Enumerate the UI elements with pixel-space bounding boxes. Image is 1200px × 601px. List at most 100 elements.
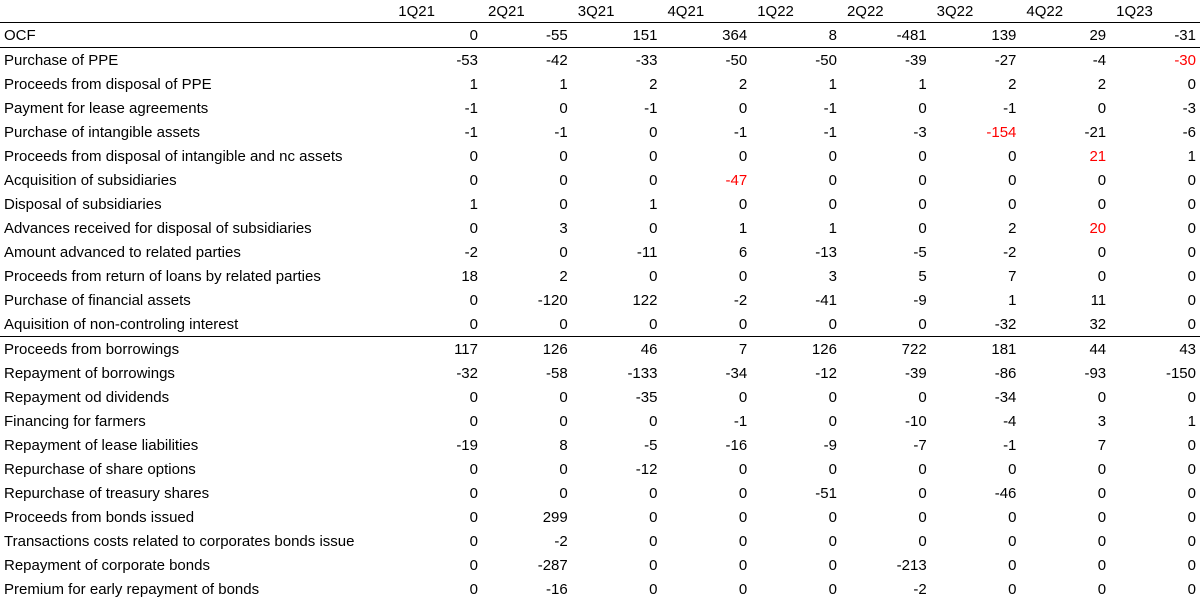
value-cell[interactable]: -13 [751, 240, 841, 264]
value-cell[interactable]: 0 [841, 505, 931, 529]
value-cell[interactable]: 0 [392, 553, 482, 577]
value-cell[interactable]: 0 [751, 457, 841, 481]
value-cell[interactable]: -86 [931, 361, 1021, 385]
value-cell[interactable]: -34 [661, 361, 751, 385]
value-cell[interactable]: -3 [1110, 96, 1200, 120]
row-label-cell[interactable]: Amount advanced to related parties [0, 240, 392, 264]
value-cell[interactable]: 20 [1020, 216, 1110, 240]
value-cell[interactable]: 0 [1020, 481, 1110, 505]
value-cell[interactable]: 0 [482, 168, 572, 192]
header-corner-cell[interactable] [0, 0, 392, 23]
value-cell[interactable]: -27 [931, 48, 1021, 73]
value-cell[interactable]: -1 [661, 409, 751, 433]
row-label-cell[interactable]: OCF [0, 23, 392, 48]
row-label-cell[interactable]: Repayment of borrowings [0, 361, 392, 385]
value-cell[interactable]: 139 [931, 23, 1021, 48]
value-cell[interactable]: 0 [1020, 96, 1110, 120]
value-cell[interactable]: 0 [482, 192, 572, 216]
value-cell[interactable]: 1 [482, 72, 572, 96]
value-cell[interactable]: 2 [482, 264, 572, 288]
value-cell[interactable]: 181 [931, 337, 1021, 362]
column-header[interactable]: 2Q21 [482, 0, 572, 23]
value-cell[interactable]: 0 [482, 240, 572, 264]
value-cell[interactable]: 1 [392, 192, 482, 216]
value-cell[interactable]: -50 [751, 48, 841, 73]
value-cell[interactable]: 0 [661, 192, 751, 216]
value-cell[interactable]: 1 [751, 72, 841, 96]
value-cell[interactable]: -120 [482, 288, 572, 312]
value-cell[interactable]: 0 [392, 481, 482, 505]
value-cell[interactable]: 0 [392, 409, 482, 433]
value-cell[interactable]: -53 [392, 48, 482, 73]
value-cell[interactable]: 0 [392, 216, 482, 240]
value-cell[interactable]: 3 [1020, 409, 1110, 433]
value-cell[interactable]: 0 [751, 529, 841, 553]
row-label-cell[interactable]: Proceeds from return of loans by related… [0, 264, 392, 288]
value-cell[interactable]: 0 [392, 529, 482, 553]
value-cell[interactable]: 0 [661, 505, 751, 529]
value-cell[interactable]: 0 [482, 144, 572, 168]
value-cell[interactable]: 0 [572, 312, 662, 337]
value-cell[interactable]: 0 [1020, 240, 1110, 264]
value-cell[interactable]: 0 [661, 529, 751, 553]
value-cell[interactable]: 0 [1110, 553, 1200, 577]
value-cell[interactable]: -39 [841, 361, 931, 385]
value-cell[interactable]: 0 [392, 23, 482, 48]
value-cell[interactable]: 0 [392, 385, 482, 409]
value-cell[interactable]: -10 [841, 409, 931, 433]
value-cell[interactable]: 0 [1110, 288, 1200, 312]
value-cell[interactable]: 0 [751, 577, 841, 601]
value-cell[interactable]: -3 [841, 120, 931, 144]
row-label-cell[interactable]: Premium for early repayment of bonds [0, 577, 392, 601]
value-cell[interactable]: 43 [1110, 337, 1200, 362]
value-cell[interactable]: 0 [661, 577, 751, 601]
value-cell[interactable]: 7 [931, 264, 1021, 288]
value-cell[interactable]: 0 [392, 457, 482, 481]
column-header[interactable]: 3Q21 [572, 0, 662, 23]
value-cell[interactable]: -34 [931, 385, 1021, 409]
value-cell[interactable]: 0 [1110, 577, 1200, 601]
value-cell[interactable]: 8 [482, 433, 572, 457]
value-cell[interactable]: 122 [572, 288, 662, 312]
value-cell[interactable]: 0 [392, 144, 482, 168]
value-cell[interactable]: 0 [931, 529, 1021, 553]
value-cell[interactable]: 0 [1020, 168, 1110, 192]
value-cell[interactable]: 5 [841, 264, 931, 288]
value-cell[interactable]: 2 [931, 216, 1021, 240]
row-label-cell[interactable]: Repayment od dividends [0, 385, 392, 409]
value-cell[interactable]: -4 [931, 409, 1021, 433]
value-cell[interactable]: -287 [482, 553, 572, 577]
value-cell[interactable]: 0 [1020, 577, 1110, 601]
value-cell[interactable]: 0 [1110, 240, 1200, 264]
value-cell[interactable]: -154 [931, 120, 1021, 144]
value-cell[interactable]: 0 [841, 529, 931, 553]
value-cell[interactable]: 0 [841, 96, 931, 120]
value-cell[interactable]: 1 [572, 192, 662, 216]
value-cell[interactable]: 151 [572, 23, 662, 48]
value-cell[interactable]: 0 [931, 144, 1021, 168]
value-cell[interactable]: 0 [661, 264, 751, 288]
value-cell[interactable]: 0 [931, 577, 1021, 601]
value-cell[interactable]: 0 [1110, 216, 1200, 240]
column-header[interactable]: 3Q22 [931, 0, 1021, 23]
value-cell[interactable]: -32 [931, 312, 1021, 337]
value-cell[interactable]: 0 [392, 505, 482, 529]
value-cell[interactable]: 1 [751, 216, 841, 240]
value-cell[interactable]: 0 [1020, 385, 1110, 409]
value-cell[interactable]: 0 [482, 385, 572, 409]
value-cell[interactable]: 2 [931, 72, 1021, 96]
value-cell[interactable]: 0 [392, 288, 482, 312]
value-cell[interactable]: 44 [1020, 337, 1110, 362]
value-cell[interactable]: 0 [931, 192, 1021, 216]
value-cell[interactable]: 0 [661, 312, 751, 337]
value-cell[interactable]: -93 [1020, 361, 1110, 385]
value-cell[interactable]: -47 [661, 168, 751, 192]
row-label-cell[interactable]: Proceeds from borrowings [0, 337, 392, 362]
value-cell[interactable]: 364 [661, 23, 751, 48]
value-cell[interactable]: 0 [572, 168, 662, 192]
value-cell[interactable]: 0 [482, 481, 572, 505]
value-cell[interactable]: 0 [931, 553, 1021, 577]
column-header[interactable]: 1Q22 [751, 0, 841, 23]
value-cell[interactable]: 0 [572, 264, 662, 288]
value-cell[interactable]: -30 [1110, 48, 1200, 73]
